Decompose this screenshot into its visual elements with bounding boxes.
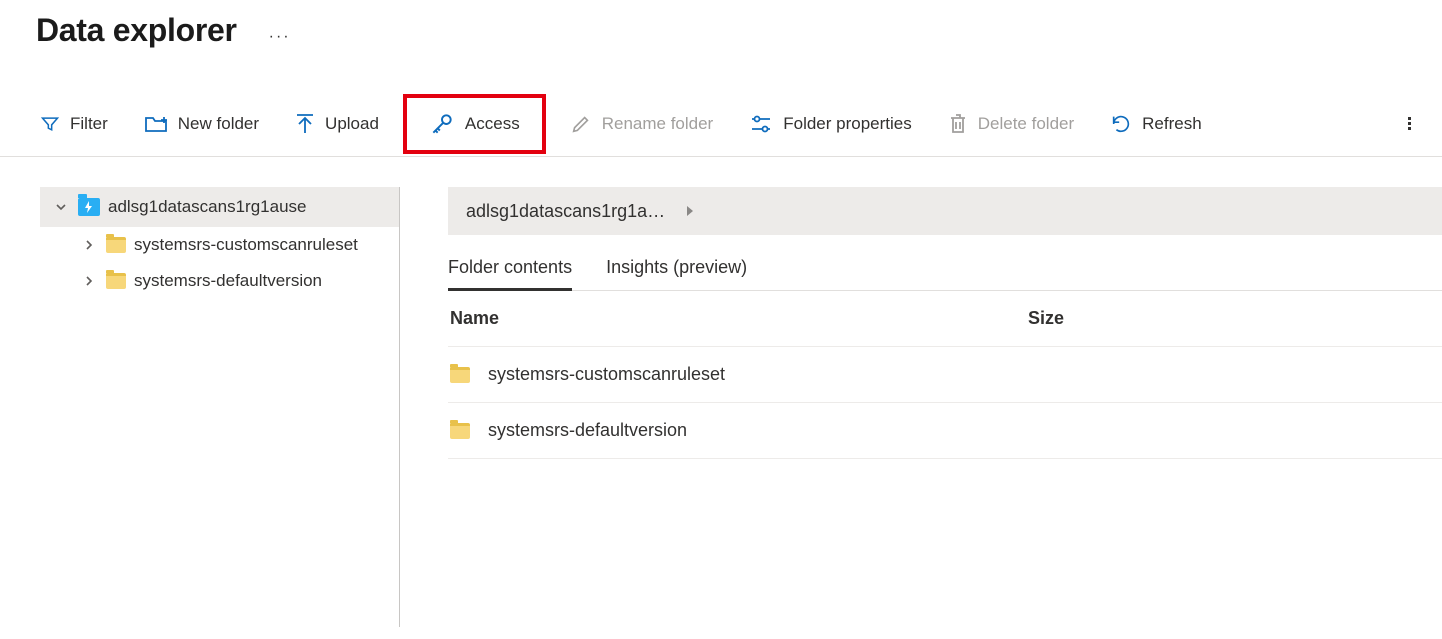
column-size[interactable]: Size (1028, 308, 1442, 329)
new-folder-icon (144, 114, 168, 134)
toolbar-overflow-button[interactable] (1406, 117, 1420, 130)
row-name: systemsrs-defaultversion (486, 420, 1046, 441)
folder-properties-button[interactable]: Folder properties (731, 104, 930, 144)
main-panel: adlsg1datascans1rg1a… Folder contents In… (400, 187, 1442, 627)
properties-label: Folder properties (783, 114, 912, 134)
table-header: Name Size (448, 291, 1442, 347)
upload-button[interactable]: Upload (277, 104, 397, 144)
filter-label: Filter (70, 114, 108, 134)
folder-table: Name Size systemsrs-customscanruleset sy… (448, 291, 1442, 459)
tree-child-label: systemsrs-defaultversion (134, 271, 322, 291)
filter-button[interactable]: Filter (22, 104, 126, 144)
access-label: Access (465, 114, 520, 134)
folder-icon (450, 367, 470, 383)
tree-root-node[interactable]: adlsg1datascans1rg1ause (40, 187, 399, 227)
refresh-label: Refresh (1142, 114, 1202, 134)
refresh-icon (1110, 113, 1132, 135)
access-button[interactable]: Access (415, 104, 534, 144)
key-icon (429, 111, 455, 137)
chevron-right-icon (82, 274, 98, 288)
row-name: systemsrs-customscanruleset (486, 364, 1046, 385)
tree-root-label: adlsg1datascans1rg1ause (108, 197, 306, 217)
tree-child-0[interactable]: systemsrs-customscanruleset (40, 227, 399, 263)
tab-insights[interactable]: Insights (preview) (606, 257, 747, 290)
content-tabs: Folder contents Insights (preview) (448, 235, 1442, 291)
upload-label: Upload (325, 114, 379, 134)
rename-folder-button: Rename folder (552, 104, 732, 144)
folder-icon (450, 423, 470, 439)
chevron-right-icon (82, 238, 98, 252)
delete-folder-button: Delete folder (930, 104, 1092, 144)
breadcrumb: adlsg1datascans1rg1a… (448, 187, 1442, 235)
tree-panel: adlsg1datascans1rg1ause systemsrs-custom… (40, 187, 400, 627)
breadcrumb-current[interactable]: adlsg1datascans1rg1a… (466, 201, 665, 222)
header: Data explorer ··· (0, 0, 1442, 49)
tree-child-1[interactable]: systemsrs-defaultversion (40, 263, 399, 299)
page-title: Data explorer (36, 12, 237, 49)
toolbar: Filter New folder Upload Access (0, 91, 1442, 157)
sliders-icon (749, 113, 773, 135)
refresh-button[interactable]: Refresh (1092, 104, 1220, 144)
more-menu-button[interactable]: ··· (269, 28, 291, 46)
table-row[interactable]: systemsrs-customscanruleset (448, 347, 1442, 403)
new-folder-button[interactable]: New folder (126, 104, 277, 144)
tree-child-label: systemsrs-customscanruleset (134, 235, 358, 255)
folder-icon (106, 273, 126, 289)
tab-folder-contents[interactable]: Folder contents (448, 257, 572, 291)
upload-icon (295, 113, 315, 135)
trash-icon (948, 113, 968, 135)
pencil-icon (570, 113, 592, 135)
table-row[interactable]: systemsrs-defaultversion (448, 403, 1442, 459)
folder-icon (106, 237, 126, 253)
new-folder-label: New folder (178, 114, 259, 134)
container-icon (78, 198, 100, 216)
filter-icon (40, 114, 60, 134)
chevron-down-icon (54, 200, 70, 214)
delete-label: Delete folder (978, 114, 1074, 134)
access-highlight: Access (403, 94, 546, 154)
column-name[interactable]: Name (448, 308, 1028, 329)
chevron-right-icon[interactable] (685, 204, 695, 218)
rename-label: Rename folder (602, 114, 714, 134)
